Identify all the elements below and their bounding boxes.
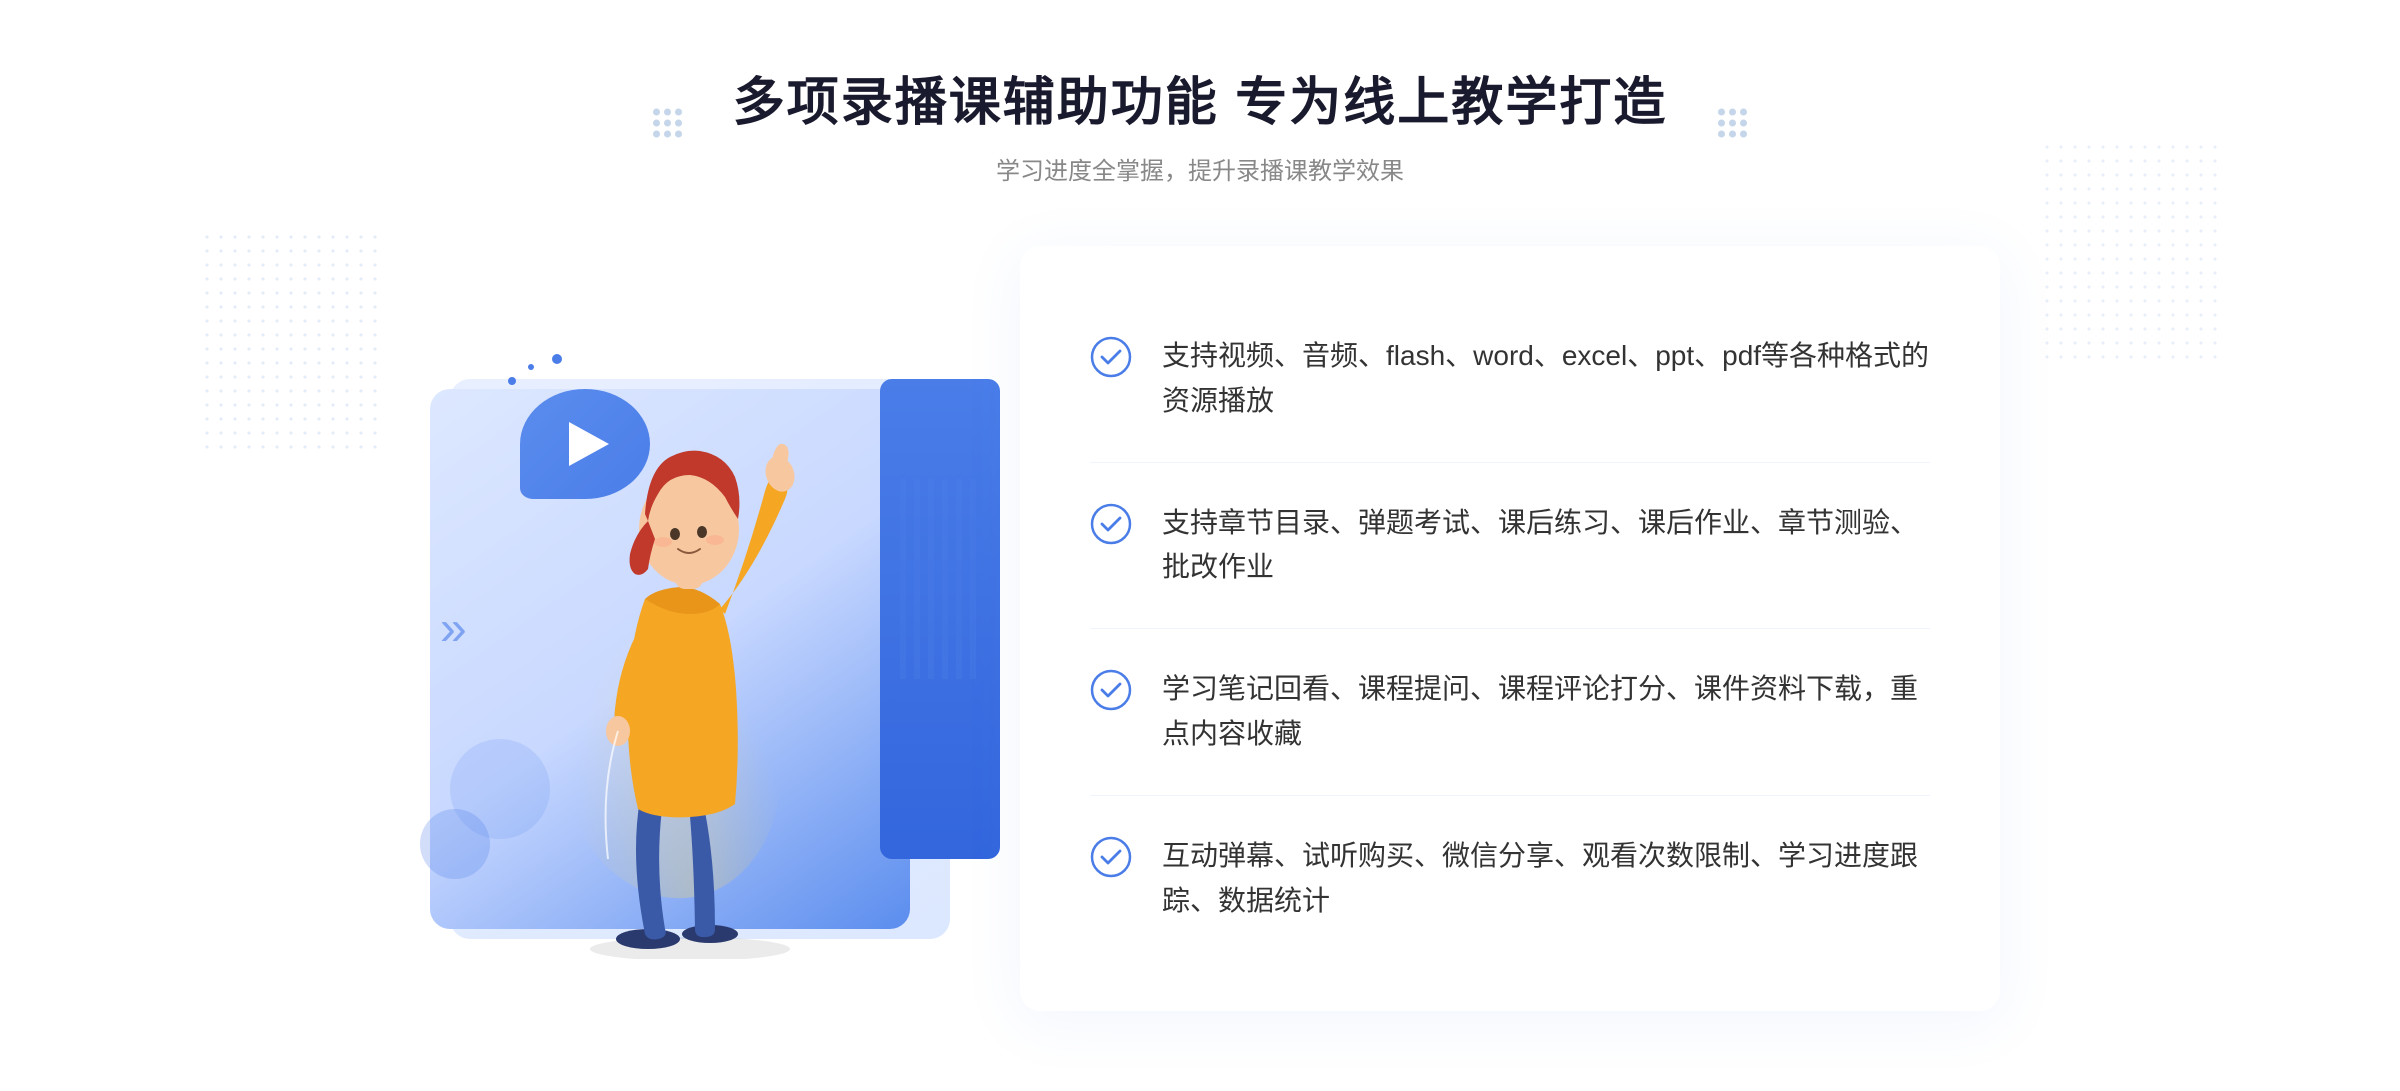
header-dots-left xyxy=(653,109,682,138)
dot-grid-left xyxy=(200,230,380,450)
check-icon-1 xyxy=(1090,336,1132,378)
page-container: 多项录播课辅助功能 专为线上教学打造 学习进度全掌握，提升录播课教学效果 xyxy=(0,0,2400,1091)
check-icon-3 xyxy=(1090,669,1132,711)
feature-text-1: 支持视频、音频、flash、word、excel、ppt、pdf等各种格式的资源… xyxy=(1162,334,1930,424)
feature-item-3: 学习笔记回看、课程提问、课程评论打分、课件资料下载，重点内容收藏 xyxy=(1090,629,1930,796)
feature-item-1: 支持视频、音频、flash、word、excel、ppt、pdf等各种格式的资源… xyxy=(1090,296,1930,463)
feature-text-2: 支持章节目录、弹题考试、课后练习、课后作业、章节测验、批改作业 xyxy=(1162,501,1930,591)
chevron-left-icon: » xyxy=(440,601,467,656)
page-subtitle: 学习进度全掌握，提升录播课教学效果 xyxy=(733,151,1667,186)
stripe-decoration xyxy=(900,479,980,679)
page-title: 多项录播课辅助功能 专为线上教学打造 xyxy=(733,60,1667,135)
dot-grid-right xyxy=(2040,140,2220,360)
deco-circle-2 xyxy=(420,809,490,879)
feature-item-4: 互动弹幕、试听购买、微信分享、观看次数限制、学习进度跟踪、数据统计 xyxy=(1090,796,1930,962)
person-illustration xyxy=(500,359,880,959)
feature-item-2: 支持章节目录、弹题考试、课后练习、课后作业、章节测验、批改作业 xyxy=(1090,463,1930,630)
check-icon-2 xyxy=(1090,503,1132,545)
check-icon-4 xyxy=(1090,836,1132,878)
header-dots-right xyxy=(1718,109,1747,138)
features-panel: 支持视频、音频、flash、word、excel、ppt、pdf等各种格式的资源… xyxy=(1020,246,2000,1011)
feature-text-4: 互动弹幕、试听购买、微信分享、观看次数限制、学习进度跟踪、数据统计 xyxy=(1162,834,1930,924)
illustration-container: » xyxy=(400,299,1080,959)
feature-text-3: 学习笔记回看、课程提问、课程评论打分、课件资料下载，重点内容收藏 xyxy=(1162,667,1930,757)
content-area: » 支持视频、音频、flash、word、excel、ppt、pdf等各种格式的… xyxy=(400,246,2000,1011)
header-section: 多项录播课辅助功能 专为线上教学打造 学习进度全掌握，提升录播课教学效果 xyxy=(733,60,1667,186)
